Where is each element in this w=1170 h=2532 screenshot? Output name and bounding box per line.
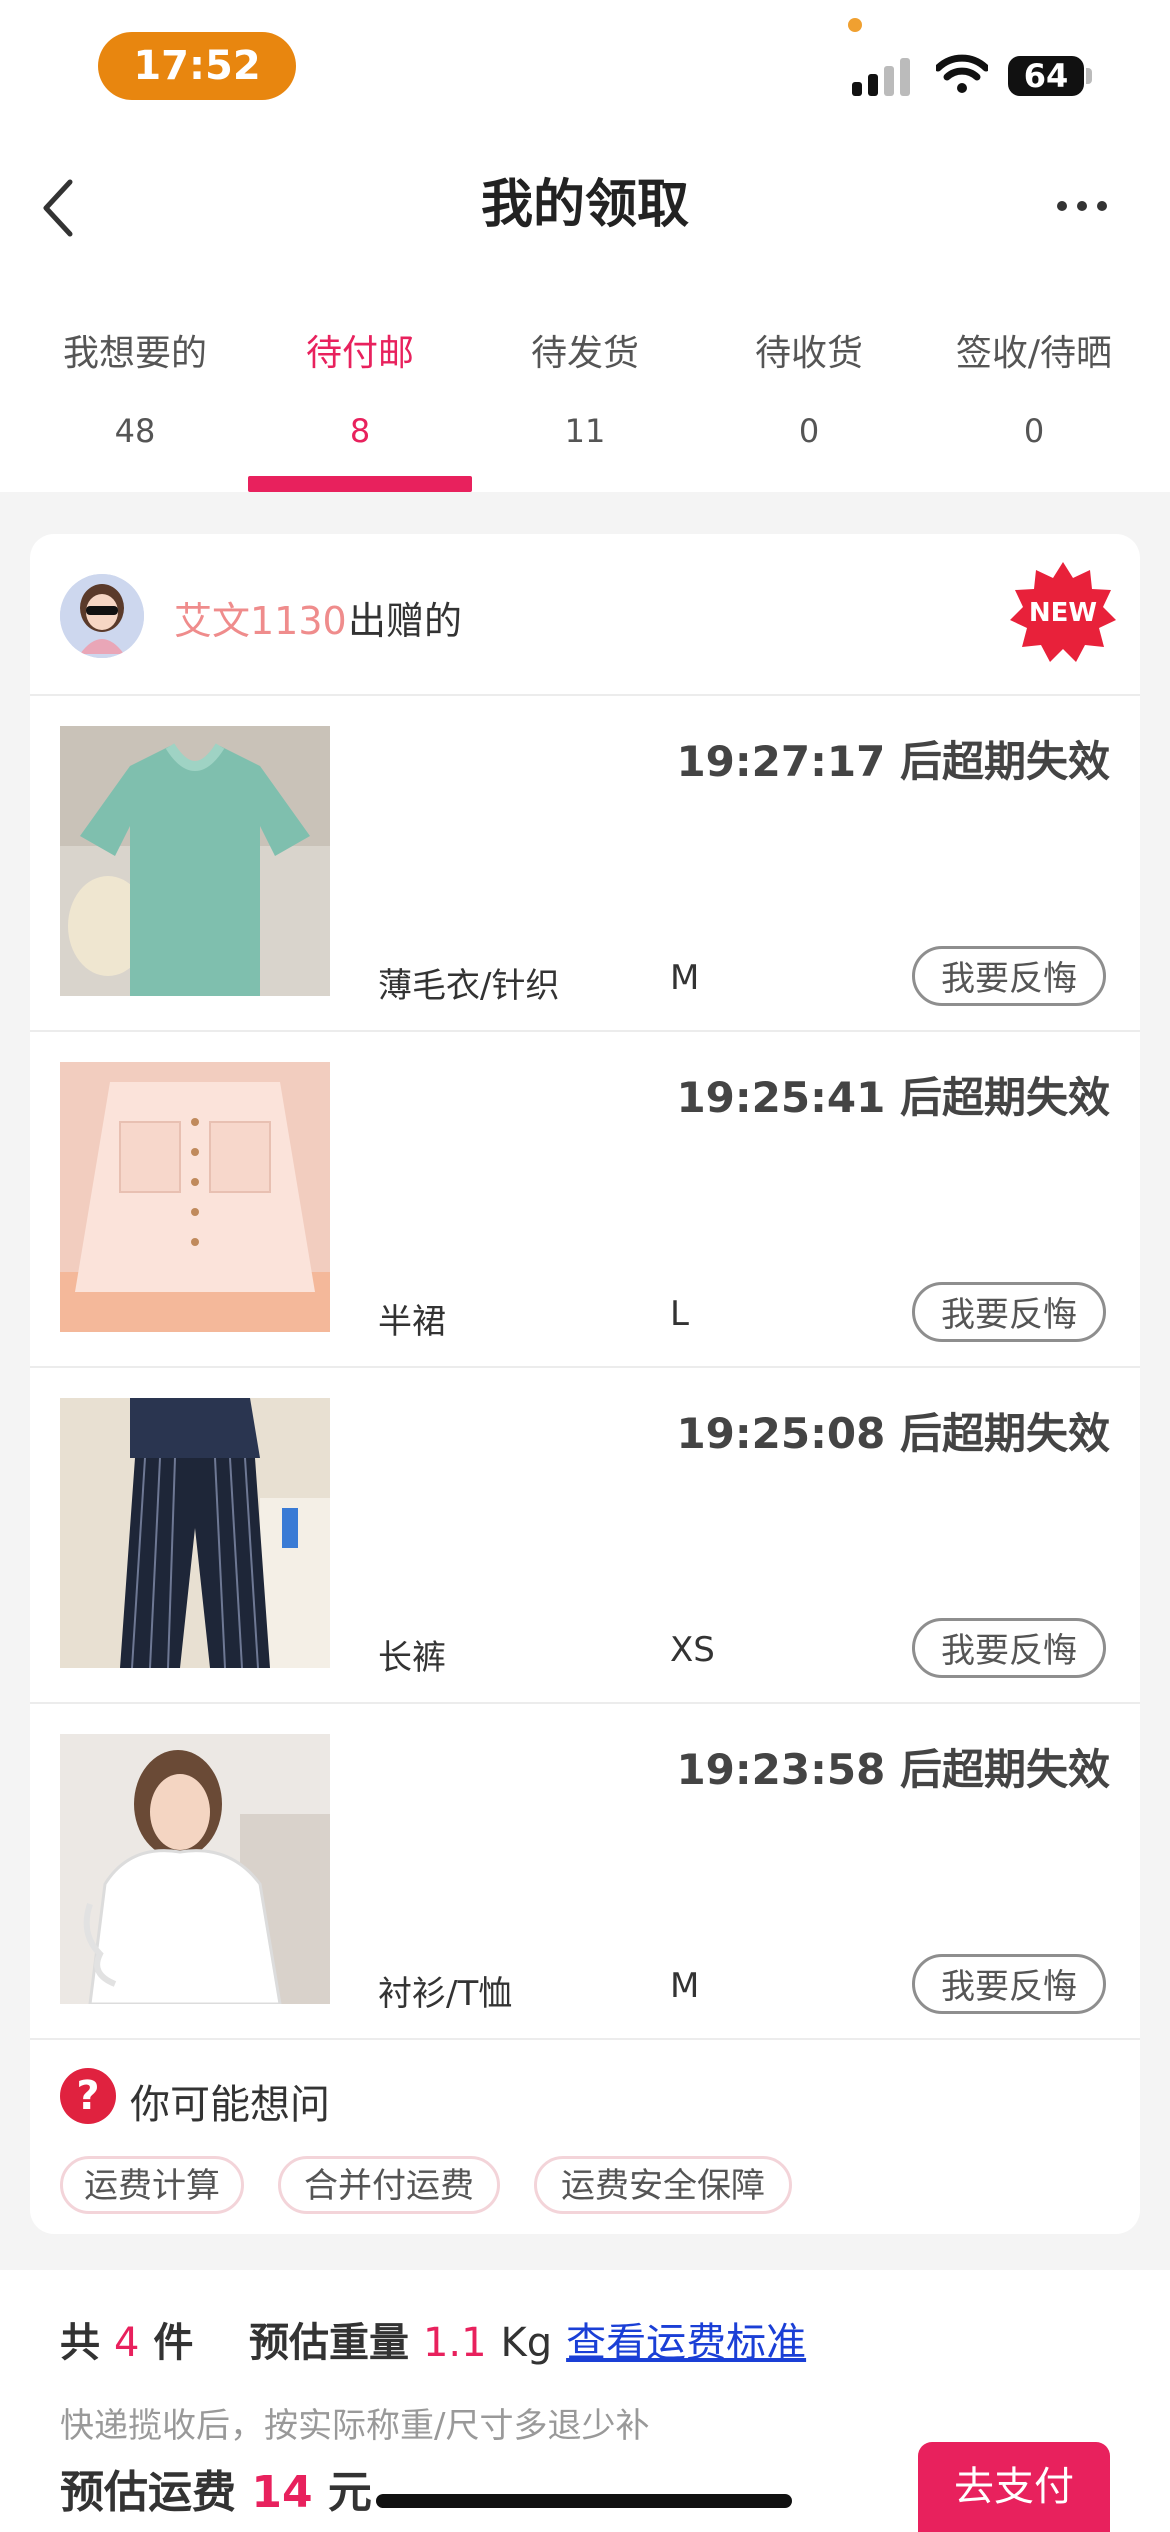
order-card: 艾文1130 出赠的 NEW 19:27:17 后超期失效 薄毛衣/针织 M 我…	[30, 534, 1140, 2272]
page-title: 我的领取	[480, 175, 689, 235]
fee-unit: 元	[327, 2467, 372, 2518]
weight-label: 预估重量	[249, 2320, 410, 2366]
cancel-claim-button[interactable]: 我要反悔	[912, 1954, 1106, 2014]
list-item[interactable]: 19:25:08 后超期失效 长裤 XS 我要反悔	[30, 1368, 1140, 1704]
faq-chip-shipping-calc[interactable]: 运费计算	[60, 2156, 244, 2214]
tab-received[interactable]: 签收/待晒 0	[922, 270, 1146, 492]
list-item[interactable]: 19:25:41 后超期失效 半裙 L 我要反悔	[30, 1032, 1140, 1368]
expiry-countdown: 19:23:58 后超期失效	[676, 1745, 1110, 1794]
pay-button[interactable]: 去支付	[918, 2442, 1110, 2532]
tab-count: 11	[564, 412, 606, 450]
avatar-illustration	[60, 574, 144, 658]
summary-note: 快递揽收后，按实际称重/尺寸多退少补	[60, 2406, 650, 2446]
active-tab-indicator	[248, 476, 472, 492]
blouse-image	[60, 1734, 330, 2004]
tab-count: 0	[1023, 412, 1045, 450]
battery-cap	[1086, 68, 1092, 84]
item-count: 4	[113, 2320, 140, 2366]
tab-label: 我想要的	[62, 333, 207, 374]
fee-label: 预估运费	[60, 2467, 236, 2518]
tab-count: 48	[114, 412, 156, 450]
tab-label: 待发货	[530, 333, 639, 374]
tab-count: 8	[349, 412, 371, 450]
home-indicator[interactable]	[376, 2494, 792, 2508]
tab-pending-receipt[interactable]: 待收货 0	[697, 270, 921, 492]
faq-title: 你可能想问	[130, 2082, 330, 2128]
status-time: 17:52	[98, 32, 296, 100]
weight-unit: Kg	[500, 2320, 553, 2366]
trousers-image	[60, 1398, 330, 1668]
summary-weight-line: 共 4 件 预估重量 1.1 Kg 查看运费标准	[60, 2310, 806, 2368]
cellular-signal-icon	[852, 56, 912, 96]
sweater-image	[60, 726, 330, 996]
summary-fee-line: 预估运费 14 元	[60, 2456, 372, 2520]
question-icon: ?	[60, 2068, 116, 2124]
tab-wanted[interactable]: 我想要的 48	[23, 270, 247, 492]
donor-header: 艾文1130 出赠的 NEW	[30, 534, 1140, 696]
faq-chip-merge-postage[interactable]: 合并付运费	[278, 2156, 500, 2214]
faq-section: ? 你可能想问 运费计算 合并付运费 运费安全保障	[30, 2030, 1140, 2272]
item-size: M	[670, 958, 700, 998]
cancel-claim-button[interactable]: 我要反悔	[912, 946, 1106, 1006]
item-category: 半裙	[378, 1302, 446, 1342]
item-category: 衬衫/T恤	[378, 1974, 513, 2014]
tab-label: 签收/待晒	[955, 333, 1113, 374]
cancel-claim-button[interactable]: 我要反悔	[912, 1282, 1106, 1342]
item-category: 薄毛衣/针织	[378, 966, 560, 1006]
faq-chip-shipping-protection[interactable]: 运费安全保障	[534, 2156, 792, 2214]
item-category: 长裤	[378, 1638, 446, 1678]
order-summary: 共 4 件 预估重量 1.1 Kg 查看运费标准 快递揽收后，按实际称重/尺寸多…	[0, 2270, 1170, 2532]
item-size: L	[670, 1294, 689, 1334]
tab-count: 0	[798, 412, 820, 450]
status-tabs: 我想要的 48 待付邮 8 待发货 11 待收货 0 签收/待晒 0	[0, 270, 1170, 492]
count-suffix: 件	[153, 2320, 194, 2366]
wifi-icon	[936, 54, 988, 93]
cancel-claim-button[interactable]: 我要反悔	[912, 1618, 1106, 1678]
list-item[interactable]: 19:27:17 后超期失效 薄毛衣/针织 M 我要反悔	[30, 696, 1140, 1032]
shipping-standard-link[interactable]: 查看运费标准	[566, 2320, 806, 2366]
nav-bar: 我的领取	[0, 140, 1170, 270]
tab-pending-shipment[interactable]: 待发货 11	[473, 270, 697, 492]
item-size: M	[670, 1966, 700, 2006]
item-size: XS	[670, 1630, 715, 1670]
list-item[interactable]: 19:23:58 后超期失效 衬衫/T恤 M 我要反悔	[30, 1704, 1140, 2040]
item-thumbnail[interactable]	[60, 1734, 330, 2004]
expiry-countdown: 19:25:41 后超期失效	[676, 1073, 1110, 1122]
fee-value: 14	[251, 2467, 313, 2518]
weight-value: 1.1	[422, 2320, 487, 2366]
count-prefix: 共	[60, 2320, 100, 2366]
battery-icon: 64	[1008, 56, 1084, 96]
donor-suffix: 出赠的	[348, 599, 463, 643]
expiry-countdown: 19:27:17 后超期失效	[676, 737, 1110, 786]
status-bar: 17:52 64	[0, 0, 1170, 140]
item-thumbnail[interactable]	[60, 1062, 330, 1332]
new-badge-label: NEW	[1028, 598, 1098, 628]
privacy-indicator-dot	[848, 18, 862, 32]
item-thumbnail[interactable]	[60, 1398, 330, 1668]
skirt-image	[60, 1062, 330, 1332]
avatar[interactable]	[60, 574, 144, 658]
more-options-icon[interactable]	[1054, 196, 1110, 216]
tab-label: 待收货	[754, 333, 863, 374]
expiry-countdown: 19:25:08 后超期失效	[676, 1409, 1110, 1458]
tab-label: 待付邮	[305, 333, 414, 374]
donor-name[interactable]: 艾文1130	[174, 590, 347, 645]
tab-pending-postage[interactable]: 待付邮 8	[248, 270, 472, 492]
item-thumbnail[interactable]	[60, 726, 330, 996]
